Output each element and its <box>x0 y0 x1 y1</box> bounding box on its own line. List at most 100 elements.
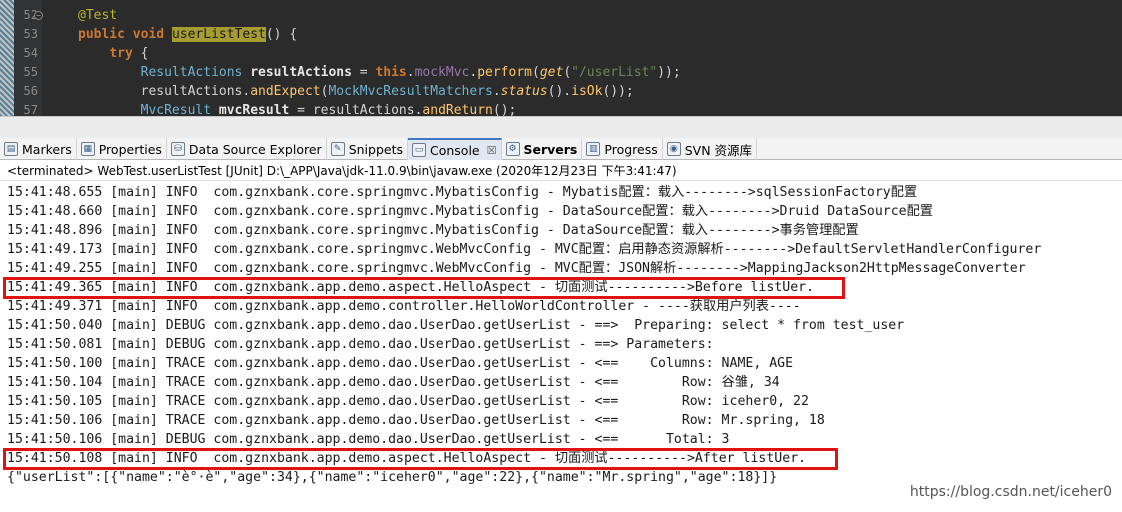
code-token: ( <box>563 65 572 80</box>
code-token: andReturn <box>422 103 493 116</box>
code-token: . <box>406 65 415 80</box>
code-text: resultActions.andExpect(MockMvcResultMat… <box>78 82 634 101</box>
tab-label: Snippets <box>348 141 403 157</box>
console-output[interactable]: 15:41:48.655 [main] INFO com.gznxbank.co… <box>0 182 1122 512</box>
code-line[interactable]: 54 try { <box>0 44 1122 63</box>
code-token: = resultActions. <box>289 103 423 116</box>
console-icon: ▭ <box>412 143 426 157</box>
code-token: isOk <box>571 84 603 99</box>
console-line: 15:41:48.655 [main] INFO com.gznxbank.co… <box>7 185 918 200</box>
code-token: (). <box>547 84 572 99</box>
properties-icon: ▦ <box>80 142 95 156</box>
line-number: 57 <box>23 103 38 116</box>
tab-label: Console <box>430 142 480 158</box>
code-line[interactable]: 56 resultActions.andExpect(MockMvcResult… <box>0 82 1122 101</box>
tab-snippets[interactable]: ✎ Snippets <box>327 138 408 160</box>
code-token: try <box>109 46 133 61</box>
code-token: resultActions <box>250 65 352 80</box>
console-line: 15:41:50.108 [main] INFO com.gznxbank.ap… <box>7 451 807 466</box>
console-line: 15:41:50.040 [main] DEBUG com.gznxbank.a… <box>7 318 905 333</box>
code-token: )); <box>657 65 681 80</box>
panel-splitter[interactable] <box>0 116 1122 138</box>
code-text: @Test <box>78 6 117 25</box>
code-token: ResultActions <box>140 65 243 80</box>
tab-console[interactable]: ▭ Console ☒ <box>408 138 502 160</box>
code-token: public <box>78 27 125 42</box>
code-token: userListTest <box>171 27 266 42</box>
code-line[interactable]: 57 MvcResult mvcResult = resultActions.a… <box>0 101 1122 116</box>
console-line: 15:41:48.660 [main] INFO com.gznxbank.co… <box>7 204 933 219</box>
code-token: @Test <box>78 8 118 23</box>
code-text: ResultActions resultActions = this.mockM… <box>78 63 681 82</box>
code-token: resultActions. <box>78 84 251 99</box>
code-line[interactable]: 52− @Test <box>0 6 1122 25</box>
code-token: mvcResult <box>218 103 290 116</box>
tab-label: Markers <box>22 141 72 157</box>
watermark: https://blog.csdn.net/iceher0 <box>909 484 1112 500</box>
tab-svn[interactable]: ◉ SVN 资源库 <box>663 138 758 160</box>
servers-icon: ⚙ <box>505 142 520 156</box>
database-icon: ⛁ <box>170 142 185 156</box>
console-line: 15:41:50.106 [main] TRACE com.gznxbank.a… <box>7 413 825 428</box>
tab-label: SVN 资源库 <box>684 142 753 158</box>
console-line: 15:41:49.173 [main] INFO com.gznxbank.co… <box>7 242 1042 257</box>
tab-label: Progress <box>604 141 658 157</box>
console-line: 15:41:50.104 [main] TRACE com.gznxbank.a… <box>7 375 780 390</box>
code-token: { <box>132 46 149 61</box>
line-number: 56 <box>23 84 38 98</box>
code-line[interactable]: 53 public void userListTest() { <box>0 25 1122 44</box>
tab-data-source-explorer[interactable]: ⛁ Data Source Explorer <box>167 138 327 160</box>
tab-markers[interactable]: ▤ Markers <box>0 138 77 160</box>
console-line: 15:41:49.371 [main] INFO com.gznxbank.ap… <box>7 299 801 314</box>
code-token: this <box>375 65 407 80</box>
code-editor[interactable]: 52− @Test 53 public void userListTest() {54… <box>0 0 1122 116</box>
code-token: andExpect <box>250 84 321 99</box>
code-token: () { <box>265 27 298 42</box>
tab-servers[interactable]: ⚙ Servers <box>502 138 583 160</box>
console-line: 15:41:50.105 [main] TRACE com.gznxbank.a… <box>7 394 809 409</box>
code-token: ( <box>532 65 540 80</box>
console-line: 15:41:50.081 [main] DEBUG com.gznxbank.a… <box>7 337 722 352</box>
code-token: = <box>351 65 376 80</box>
svn-icon: ◉ <box>666 142 681 156</box>
console-process-header: <terminated> WebTest.userListTest [JUnit… <box>0 161 1122 181</box>
code-token: get <box>539 65 564 80</box>
console-line: 15:41:50.100 [main] TRACE com.gznxbank.a… <box>7 356 794 371</box>
tab-progress[interactable]: ▥ Progress <box>582 138 663 160</box>
tab-label: Properties <box>98 141 162 157</box>
line-number: 55 <box>23 65 38 79</box>
console-line: 15:41:50.106 [main] DEBUG com.gznxbank.a… <box>7 432 730 447</box>
console-line: 15:41:49.255 [main] INFO com.gznxbank.co… <box>7 261 1026 276</box>
code-token: MvcResult <box>140 103 212 116</box>
console-line: 15:41:48.896 [main] INFO com.gznxbank.co… <box>7 223 859 238</box>
fold-toggle-icon[interactable]: − <box>34 11 43 20</box>
code-line[interactable]: 55 ResultActions resultActions = this.mo… <box>0 63 1122 82</box>
code-token: "/userList" <box>571 65 658 80</box>
line-number: 53 <box>23 27 38 41</box>
code-token: perform <box>477 65 532 80</box>
code-text: try { <box>78 44 148 63</box>
code-token: mockMvc <box>414 65 470 80</box>
code-token: MockMvcResultMatchers <box>328 84 493 99</box>
tab-label: Servers <box>523 141 578 157</box>
tab-label: Data Source Explorer <box>188 141 322 157</box>
line-number: 54 <box>23 46 38 60</box>
code-token: ()); <box>602 84 634 99</box>
progress-icon: ▥ <box>586 142 601 156</box>
code-token: void <box>132 27 165 42</box>
code-text: MvcResult mvcResult = resultActions.andR… <box>78 101 517 116</box>
code-token: status <box>500 84 548 99</box>
code-token: (); <box>492 103 517 116</box>
markers-icon: ▤ <box>4 142 18 156</box>
console-line: 15:41:49.365 [main] INFO com.gznxbank.ap… <box>7 280 815 295</box>
tab-properties[interactable]: ▦ Properties <box>77 138 167 160</box>
snippets-icon: ✎ <box>330 142 345 156</box>
close-tab-icon[interactable]: ☒ <box>487 144 497 157</box>
code-text: public void userListTest() { <box>78 25 297 44</box>
